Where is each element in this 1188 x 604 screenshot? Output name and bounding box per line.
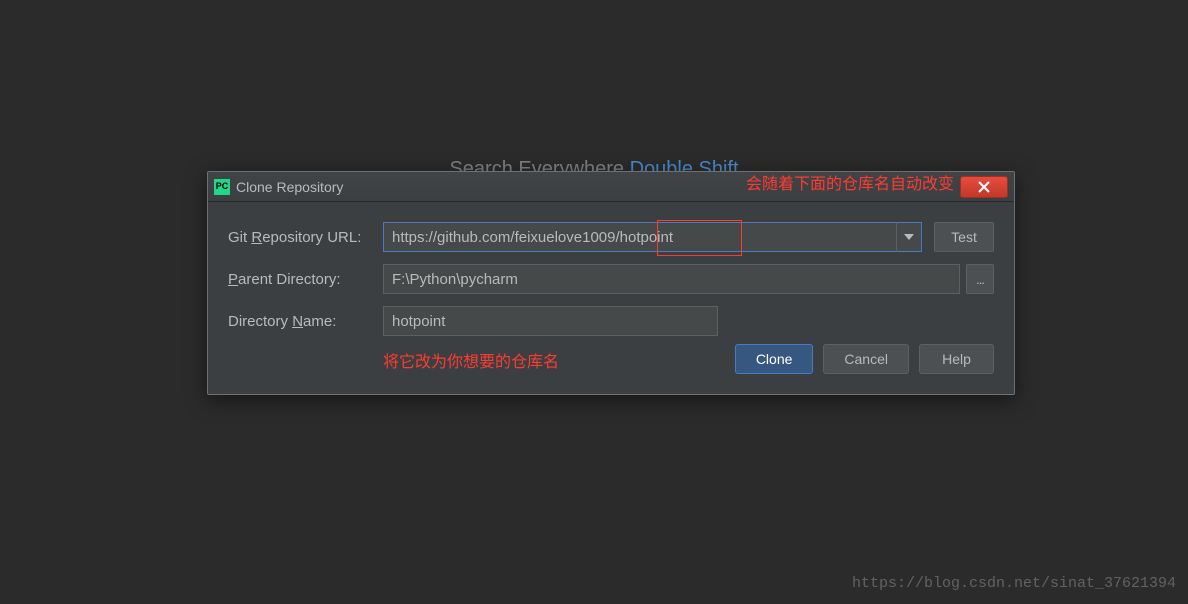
parent-row: Parent Directory: ... bbox=[228, 264, 994, 294]
url-row: Git Repository URL: Test bbox=[228, 222, 994, 252]
dialog-buttons: Clone Cancel Help bbox=[228, 344, 994, 378]
dialog-body: Git Repository URL: Test Parent Director… bbox=[208, 202, 1014, 394]
pycharm-icon: PC bbox=[214, 179, 230, 195]
url-label: Git Repository URL: bbox=[228, 229, 383, 246]
clone-button[interactable]: Clone bbox=[735, 344, 814, 374]
directory-name-input[interactable] bbox=[383, 306, 718, 336]
cancel-button[interactable]: Cancel bbox=[823, 344, 909, 374]
parent-label: Parent Directory: bbox=[228, 271, 383, 288]
test-button[interactable]: Test bbox=[934, 222, 994, 252]
name-label: Directory Name: bbox=[228, 313, 383, 330]
help-button[interactable]: Help bbox=[919, 344, 994, 374]
git-repository-url-input[interactable] bbox=[383, 222, 896, 252]
watermark: https://blog.csdn.net/sinat_37621394 bbox=[852, 575, 1176, 592]
url-dropdown-button[interactable] bbox=[896, 222, 922, 252]
close-button[interactable] bbox=[960, 176, 1008, 198]
name-row: Directory Name: bbox=[228, 306, 994, 336]
close-icon bbox=[978, 181, 990, 193]
chevron-down-icon bbox=[904, 234, 914, 240]
parent-directory-input[interactable] bbox=[383, 264, 960, 294]
annotation-top: 会随着下面的仓库名自动改变 bbox=[746, 170, 954, 194]
browse-button[interactable]: ... bbox=[966, 264, 994, 294]
dialog-titlebar: PC Clone Repository 会随着下面的仓库名自动改变 bbox=[208, 172, 1014, 202]
clone-repository-dialog: PC Clone Repository 会随着下面的仓库名自动改变 Git Re… bbox=[207, 171, 1015, 395]
